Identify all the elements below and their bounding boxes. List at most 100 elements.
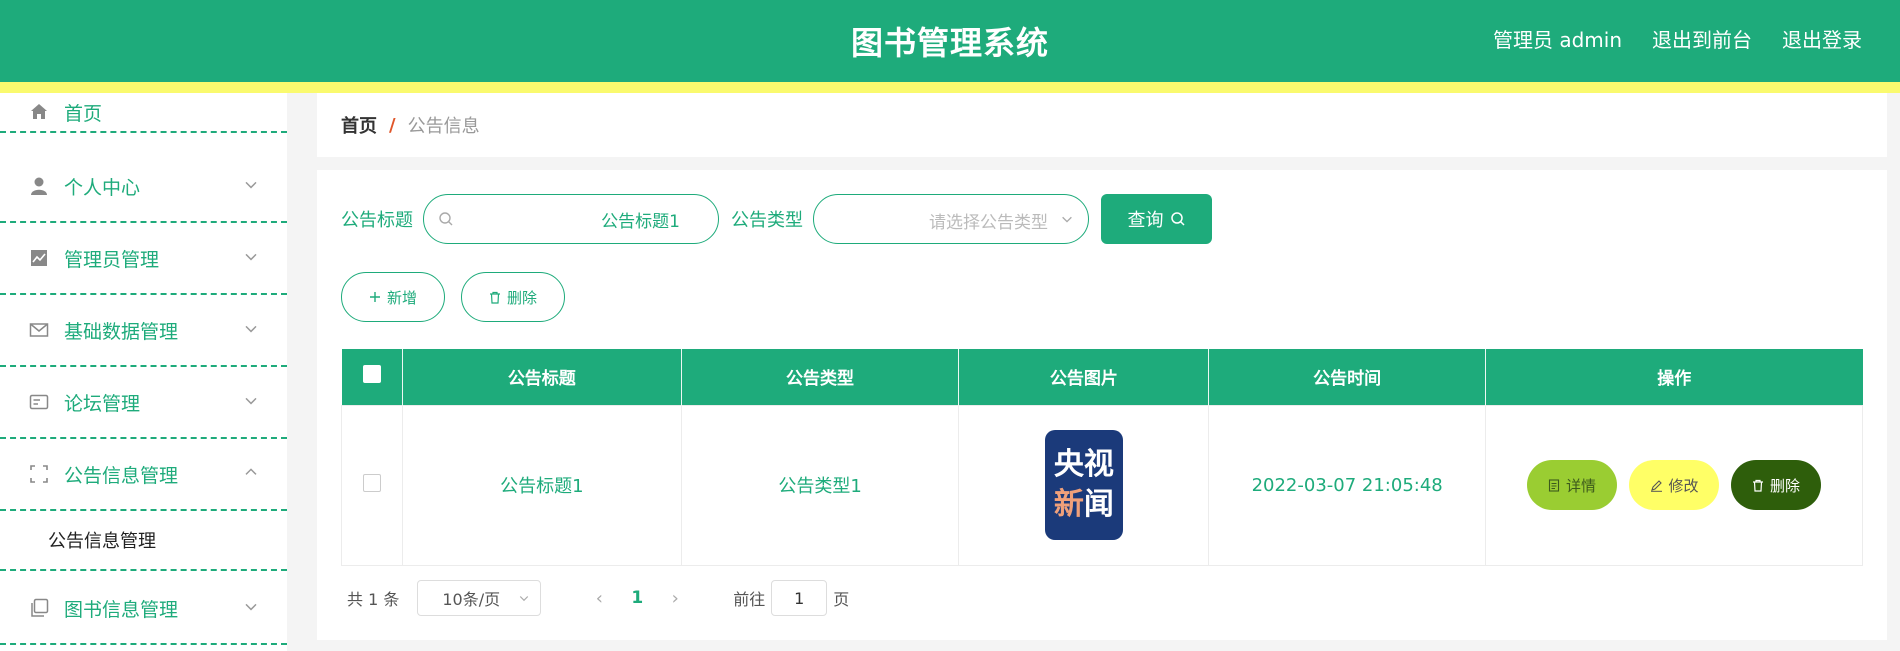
total-count: 共 1 条 xyxy=(347,590,400,609)
chevron-up-icon xyxy=(245,468,257,475)
detail-button-label: 详情 xyxy=(1566,476,1597,495)
chevron-down-icon xyxy=(245,603,257,611)
sidebar-item-label: 管理员管理 xyxy=(64,248,160,271)
prev-page-icon[interactable]: ‹ xyxy=(587,588,611,609)
admin-user-label[interactable]: 管理员 admin xyxy=(1493,24,1622,53)
edit-button-label: 修改 xyxy=(1668,476,1699,495)
query-button-label: 查询 xyxy=(1127,210,1164,231)
notice-type-select[interactable]: 请选择公告类型 xyxy=(813,194,1089,244)
goto-page-input[interactable]: 1 xyxy=(771,580,828,616)
home-icon xyxy=(28,101,50,123)
search-icon xyxy=(1170,212,1185,226)
sidebar-item-label: 图书信息管理 xyxy=(64,598,179,621)
sidebar-item-personal-center[interactable]: 个人中心 xyxy=(0,151,287,223)
row-select-cell[interactable] xyxy=(341,404,403,566)
breadcrumb-current: 公告信息 xyxy=(407,116,480,137)
row-operations: 详情 修改 删除 xyxy=(1486,460,1862,510)
col-notice-time: 公告时间 xyxy=(1208,349,1487,405)
trash-icon xyxy=(1753,479,1763,492)
sidebar-item-admin-management[interactable]: 管理员管理 xyxy=(0,223,287,295)
submenu-notice-management[interactable]: 公告信息管理 xyxy=(0,511,287,571)
search-filters: 公告标题 公告标题1 公告类型 请选择公告类型 查询 xyxy=(341,194,1212,244)
chevron-down-icon xyxy=(245,397,257,405)
notice-title-label: 公告标题 xyxy=(341,210,413,231)
fullscreen-icon xyxy=(28,463,50,485)
main-panel: 公告标题 公告标题1 公告类型 请选择公告类型 查询 新增 删除 公告标题 公告… xyxy=(317,170,1887,640)
delete-button[interactable]: 删除 xyxy=(1731,460,1822,510)
chart-icon xyxy=(28,247,50,269)
table-header-row: 公告标题 公告类型 公告图片 公告时间 操作 xyxy=(341,349,1863,405)
pagination: 共 1 条 10条/页 ‹ 1 › 前往 1 页 xyxy=(347,580,849,616)
document-icon xyxy=(1548,478,1560,492)
logout-link[interactable]: 退出登录 xyxy=(1782,24,1862,53)
chevron-down-icon xyxy=(1062,216,1072,223)
top-header: 图书管理系统 管理员 admin 退出到前台 退出登录 xyxy=(0,0,1900,82)
notice-title-input[interactable]: 公告标题1 xyxy=(423,194,719,244)
cell-notice-image: 央视 新闻 xyxy=(958,404,1210,566)
delete-button-label: 删除 xyxy=(1770,476,1801,495)
sidebar-item-notice-management[interactable]: 公告信息管理 xyxy=(0,439,287,511)
next-page-icon[interactable]: › xyxy=(663,588,687,609)
notice-type-placeholder: 请选择公告类型 xyxy=(929,213,1048,233)
chevron-down-icon xyxy=(520,596,529,602)
notice-image-text-bottom: 新闻 xyxy=(1053,487,1114,522)
breadcrumb-home[interactable]: 首页 xyxy=(341,112,377,138)
batch-delete-button[interactable]: 删除 xyxy=(461,272,565,322)
sidebar-item-home[interactable]: 首页 xyxy=(0,93,287,133)
notice-image-text-top: 央视 xyxy=(1053,447,1114,482)
sidebar-item-base-data[interactable]: 基础数据管理 xyxy=(0,295,287,367)
sidebar-item-label: 基础数据管理 xyxy=(64,320,179,343)
notice-image[interactable]: 央视 新闻 xyxy=(1044,430,1123,540)
sidebar-item-label: 论坛管理 xyxy=(64,392,141,415)
cell-operations: 详情 修改 删除 xyxy=(1485,404,1863,566)
breadcrumb-separator: / xyxy=(389,114,396,136)
page-size-select[interactable]: 10条/页 xyxy=(417,580,542,616)
table-row: 公告标题1 公告类型1 央视 新闻 2022-03-07 21:05:48 详情 xyxy=(341,404,1863,566)
edit-button[interactable]: 修改 xyxy=(1629,460,1720,510)
breadcrumb: 首页 / 公告信息 xyxy=(317,93,1887,157)
card-icon xyxy=(28,391,50,413)
chevron-down-icon xyxy=(245,253,257,261)
plus-icon xyxy=(369,292,380,302)
col-notice-title: 公告标题 xyxy=(402,349,682,405)
add-button[interactable]: 新增 xyxy=(341,272,445,322)
edit-icon xyxy=(1650,479,1662,492)
header-links: 管理员 admin 退出到前台 退出登录 xyxy=(1493,24,1862,53)
page-unit-label: 页 xyxy=(833,590,850,609)
sidebar-item-forum[interactable]: 论坛管理 xyxy=(0,367,287,439)
header-accent-bar xyxy=(0,82,1900,93)
select-all-cell[interactable] xyxy=(341,349,403,405)
cell-notice-title: 公告标题1 xyxy=(401,404,682,566)
goto-label: 前往 xyxy=(733,590,766,609)
batch-delete-label: 删除 xyxy=(506,288,537,307)
col-notice-image: 公告图片 xyxy=(958,349,1210,405)
action-buttons: 新增 删除 xyxy=(341,272,565,322)
col-notice-type: 公告类型 xyxy=(681,349,960,405)
notice-title-value: 公告标题1 xyxy=(601,211,680,232)
notice-table: 公告标题 公告类型 公告图片 公告时间 操作 公告标题1 公告类型1 央视 新闻… xyxy=(341,349,1863,566)
chevron-down-icon xyxy=(245,181,257,189)
sidebar-item-label: 个人中心 xyxy=(64,176,141,199)
page-size-value: 10条/页 xyxy=(442,590,501,609)
add-button-label: 新增 xyxy=(386,288,417,307)
row-checkbox[interactable] xyxy=(362,473,381,492)
search-icon xyxy=(439,212,453,226)
sidebar-item-label: 首页 xyxy=(64,102,103,125)
trash-icon xyxy=(489,291,500,304)
select-all-checkbox[interactable] xyxy=(362,365,381,384)
query-button[interactable]: 查询 xyxy=(1101,194,1212,244)
cell-notice-type: 公告类型1 xyxy=(680,404,960,566)
sidebar-item-book-management[interactable]: 图书信息管理 xyxy=(0,573,287,645)
cell-notice-time: 2022-03-07 21:05:48 xyxy=(1208,404,1487,566)
col-operations: 操作 xyxy=(1485,349,1863,405)
notice-type-label: 公告类型 xyxy=(731,210,803,231)
current-page[interactable]: 1 xyxy=(631,588,643,608)
copy-icon xyxy=(28,597,50,619)
detail-button[interactable]: 详情 xyxy=(1527,460,1618,510)
sidebar: 首页 个人中心 管理员管理 基础数据管理 论坛管理 公告信息管理 公告信息管理 … xyxy=(0,93,287,651)
exit-to-front-link[interactable]: 退出到前台 xyxy=(1652,24,1752,53)
sidebar-item-label: 公告信息管理 xyxy=(64,464,179,487)
mail-icon xyxy=(28,319,50,341)
user-icon xyxy=(28,175,50,197)
chevron-down-icon xyxy=(245,325,257,333)
